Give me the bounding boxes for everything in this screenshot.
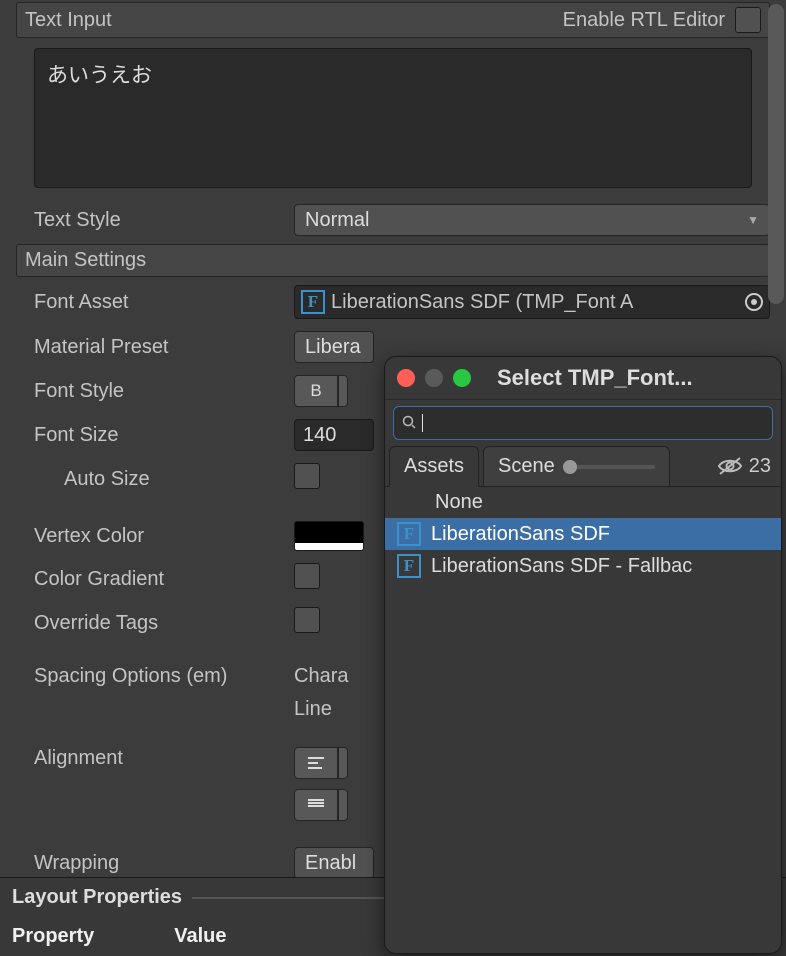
list-item-label: None xyxy=(435,491,483,514)
window-close-icon[interactable] xyxy=(397,369,415,387)
material-preset-dropdown[interactable]: Libera xyxy=(294,331,374,363)
text-style-value: Normal xyxy=(305,209,369,232)
text-input-label: Text Input xyxy=(25,9,112,32)
align-top-icon xyxy=(307,798,325,812)
font-size-input[interactable]: 140 xyxy=(294,419,374,451)
text-content-textarea[interactable]: あいうえお xyxy=(34,48,752,188)
font-asset-icon: F xyxy=(397,554,421,578)
tab-scene-label: Scene xyxy=(498,455,555,478)
align-top-button[interactable] xyxy=(294,789,338,821)
object-picker-icon[interactable] xyxy=(745,293,763,311)
popup-titlebar[interactable]: Select TMP_Font... xyxy=(385,357,781,400)
layout-col-property: Property xyxy=(12,925,94,948)
main-settings-header[interactable]: Main Settings xyxy=(16,244,770,277)
font-asset-value: LiberationSans SDF (TMP_Font A xyxy=(331,291,633,314)
layout-title: Layout Properties xyxy=(12,886,182,909)
list-item[interactable]: F LiberationSans SDF xyxy=(385,518,781,550)
popup-title: Select TMP_Font... xyxy=(497,365,693,391)
material-preset-label: Material Preset xyxy=(16,336,286,359)
tab-scene[interactable]: Scene xyxy=(483,446,670,486)
font-style-label: Font Style xyxy=(16,380,286,403)
color-gradient-label: Color Gradient xyxy=(16,568,286,591)
font-style-bold-button[interactable]: B xyxy=(294,375,338,407)
align-left-icon xyxy=(307,756,325,770)
list-item-label: LiberationSans SDF xyxy=(431,523,610,546)
popup-list: None F LiberationSans SDF F LiberationSa… xyxy=(385,487,781,953)
override-tags-checkbox[interactable] xyxy=(294,607,320,633)
visibility-hidden-icon[interactable] xyxy=(717,456,743,476)
enable-rtl-label: Enable RTL Editor xyxy=(563,9,725,32)
main-settings-label: Main Settings xyxy=(25,249,146,272)
override-tags-label: Override Tags xyxy=(16,612,286,635)
alignment-label: Alignment xyxy=(16,747,286,770)
text-style-dropdown[interactable]: Normal ▼ xyxy=(294,204,770,236)
spacing-label: Spacing Options (em) xyxy=(16,665,286,688)
window-minimize-icon[interactable] xyxy=(425,369,443,387)
list-item[interactable]: F LiberationSans SDF - Fallbac xyxy=(385,550,781,582)
align-center-button[interactable] xyxy=(338,747,348,779)
layout-col-value: Value xyxy=(174,925,226,948)
wrapping-dropdown[interactable]: Enabl xyxy=(294,847,374,879)
font-asset-field[interactable]: F LiberationSans SDF (TMP_Font A xyxy=(294,285,770,319)
text-cursor xyxy=(422,414,423,432)
color-gradient-checkbox[interactable] xyxy=(294,563,320,589)
vertex-color-label: Vertex Color xyxy=(16,525,286,548)
window-zoom-icon[interactable] xyxy=(453,369,471,387)
list-item-label: LiberationSans SDF - Fallbac xyxy=(431,555,692,578)
vertex-color-swatch[interactable] xyxy=(294,521,364,551)
font-asset-icon: F xyxy=(301,290,325,314)
enable-rtl-checkbox[interactable] xyxy=(735,7,761,33)
align-left-button[interactable] xyxy=(294,747,338,779)
popup-count: 23 xyxy=(749,455,771,478)
align-middle-button[interactable] xyxy=(338,789,348,821)
auto-size-label: Auto Size xyxy=(16,468,286,491)
popup-tabs: Assets Scene 23 xyxy=(385,446,781,487)
font-size-label: Font Size xyxy=(16,424,286,447)
dropdown-caret-icon: ▼ xyxy=(747,213,759,227)
font-style-button-2[interactable] xyxy=(338,375,348,407)
wrapping-label: Wrapping xyxy=(16,852,286,875)
auto-size-checkbox[interactable] xyxy=(294,463,320,489)
search-icon xyxy=(402,415,416,432)
popup-search-input[interactable] xyxy=(393,406,773,440)
wrapping-value: Enabl xyxy=(305,852,356,875)
font-size-value: 140 xyxy=(303,424,336,447)
font-asset-icon: F xyxy=(397,522,421,546)
text-style-label: Text Style xyxy=(16,209,286,232)
font-asset-label: Font Asset xyxy=(16,291,286,314)
object-picker-popup: Select TMP_Font... Assets Scene 23 None … xyxy=(384,356,782,954)
material-preset-value: Libera xyxy=(305,336,361,359)
scene-size-slider[interactable] xyxy=(565,465,655,469)
vertical-scrollbar[interactable] xyxy=(768,4,784,304)
tab-assets[interactable]: Assets xyxy=(389,446,479,487)
text-input-header[interactable]: Text Input Enable RTL Editor xyxy=(16,2,770,38)
list-item[interactable]: None xyxy=(385,487,781,518)
